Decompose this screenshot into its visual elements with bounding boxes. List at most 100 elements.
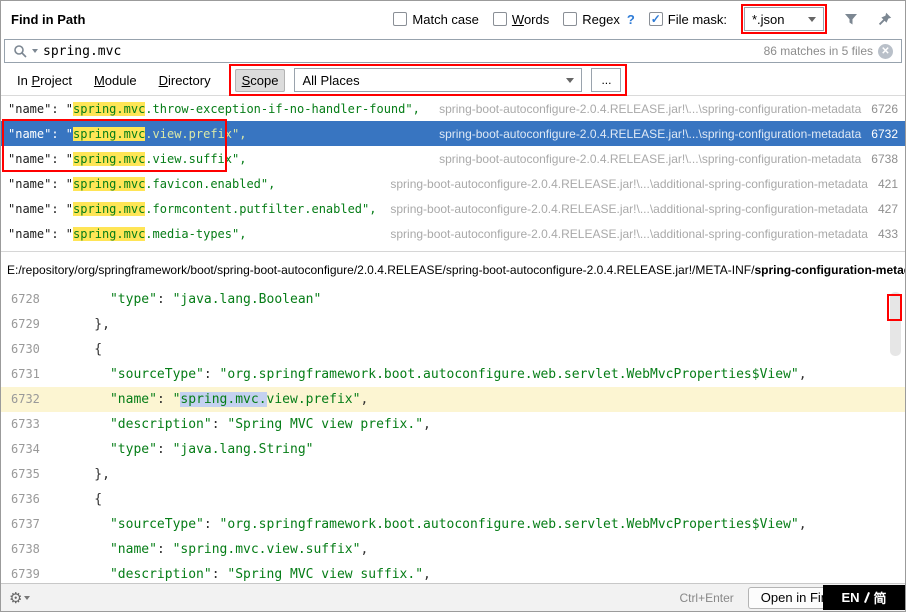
file-path-emphasis: spring-configuration-metada [754, 263, 905, 277]
scope-tab-in-project[interactable]: In Project [11, 70, 78, 91]
scope-tabs: In Project Module Directory [11, 70, 217, 91]
result-key: "name" [8, 177, 51, 191]
code-text: "sourceType": "org.springframework.boot.… [63, 512, 905, 537]
result-rest: .media-types", [145, 227, 246, 241]
result-location: spring-boot-autoconfigure-2.0.4.RELEASE.… [439, 127, 861, 141]
editor-line[interactable]: 6736 { [1, 487, 905, 512]
match-case-checkbox[interactable]: Match case [393, 12, 478, 27]
result-location: spring-boot-autoconfigure-2.0.4.RELEASE.… [390, 177, 868, 191]
result-key: "name" [8, 102, 51, 116]
scope-tab-scope[interactable]: Scope [235, 69, 286, 92]
line-number: 6734 [1, 437, 63, 462]
scope-bar: In Project Module Directory Scope All Plac… [1, 65, 905, 96]
line-number: 6735 [1, 462, 63, 487]
file-path-text: E:/repository/org/springframework/boot/s… [7, 263, 754, 277]
file-mask-label: File mask: [668, 12, 727, 27]
editor-line[interactable]: 6732 "name": "spring.mvc.view.prefix", [1, 387, 905, 412]
editor-line[interactable]: 6733 "description": "Spring MVC view pre… [1, 412, 905, 437]
editor-scrollbar[interactable] [890, 292, 901, 356]
editor-line[interactable]: 6729 }, [1, 312, 905, 337]
code-text: "type": "java.lang.String" [63, 437, 905, 462]
result-location: spring-boot-autoconfigure-2.0.4.RELEASE.… [439, 102, 861, 116]
editor-line[interactable]: 6737 "sourceType": "org.springframework.… [1, 512, 905, 537]
code-text: { [63, 487, 905, 512]
match-case-label: Match case [412, 12, 478, 27]
line-number: 6738 [1, 537, 63, 562]
editor-line[interactable]: 6730 { [1, 337, 905, 362]
file-mask-value: *.json [752, 12, 785, 27]
result-location-group: spring-boot-autoconfigure-2.0.4.RELEASE.… [390, 227, 898, 241]
search-query-text: spring.mvc [43, 44, 121, 59]
result-match-highlight: spring.mvc [73, 177, 145, 191]
scope-tab-module[interactable]: Module [88, 70, 143, 91]
scope-tab-directory[interactable]: Directory [153, 70, 217, 91]
result-match-highlight: spring.mvc [73, 127, 145, 141]
ime-language-indicator[interactable]: EN 简 [823, 585, 905, 610]
pin-window-button[interactable] [875, 9, 895, 29]
result-separator: : " [51, 102, 73, 116]
result-row[interactable]: "name": "spring.mvc.throw-exception-if-n… [1, 96, 905, 121]
editor-line[interactable]: 6734 "type": "java.lang.String" [1, 437, 905, 462]
regex-help-link[interactable]: ? [627, 12, 635, 27]
file-mask-combo[interactable]: *.json [744, 7, 824, 31]
find-in-path-dialog: Find in Path Match case Words Regex ? Fi… [0, 0, 906, 612]
result-key: "name" [8, 152, 51, 166]
shortcut-hint: Ctrl+Enter [679, 591, 733, 605]
words-box-icon[interactable] [493, 12, 507, 26]
result-row[interactable]: "name": "spring.mvc.formcontent.putfilte… [1, 196, 905, 221]
result-match-highlight: spring.mvc [73, 152, 145, 166]
file-mask-box-icon[interactable] [649, 12, 663, 26]
result-separator: : " [51, 152, 73, 166]
result-line-number: 421 [878, 177, 898, 191]
regex-label: Regex [582, 12, 620, 27]
chevron-down-icon [808, 17, 816, 22]
filter-results-button[interactable] [841, 9, 861, 29]
result-line-number: 427 [878, 202, 898, 216]
result-key: "name" [8, 227, 51, 241]
editor-line[interactable]: 6728 "type": "java.lang.Boolean" [1, 287, 905, 312]
pin-icon [877, 11, 893, 27]
code-text: "description": "Spring MVC view prefix."… [63, 412, 905, 437]
line-number: 6732 [1, 387, 63, 412]
chevron-down-icon [566, 78, 574, 83]
result-separator: : " [51, 177, 73, 191]
result-line-number: 6738 [871, 152, 898, 166]
result-location-group: spring-boot-autoconfigure-2.0.4.RELEASE.… [390, 202, 898, 216]
browse-scopes-button[interactable]: ... [591, 68, 621, 92]
result-location: spring-boot-autoconfigure-2.0.4.RELEASE.… [390, 202, 868, 216]
scope-select[interactable]: All Places [294, 68, 582, 92]
editor-preview[interactable]: 6728 "type": "java.lang.Boolean"6729 },6… [1, 287, 905, 583]
settings-button[interactable]: ⚙ [9, 589, 30, 607]
editor-line[interactable]: 6738 "name": "spring.mvc.view.suffix", [1, 537, 905, 562]
regex-box-icon[interactable] [563, 12, 577, 26]
code-text: "name": "spring.mvc.view.prefix", [63, 387, 905, 412]
dialog-header: Find in Path Match case Words Regex ? Fi… [1, 1, 905, 37]
result-location: spring-boot-autoconfigure-2.0.4.RELEASE.… [439, 152, 861, 166]
line-number: 6731 [1, 362, 63, 387]
result-row[interactable]: "name": "spring.mvc.favicon.enabled",spr… [1, 171, 905, 196]
search-input[interactable]: spring.mvc 86 matches in 5 files ✕ [4, 39, 902, 63]
editor-line[interactable]: 6731 "sourceType": "org.springframework.… [1, 362, 905, 387]
line-number: 6733 [1, 412, 63, 437]
chevron-down-icon [24, 596, 30, 600]
result-location-group: spring-boot-autoconfigure-2.0.4.RELEASE.… [390, 177, 898, 191]
search-history-arrow-icon[interactable] [32, 49, 38, 53]
result-row[interactable]: "name": "spring.mvc.view.suffix",spring-… [1, 146, 905, 171]
result-line-number: 433 [878, 227, 898, 241]
editor-line[interactable]: 6739 "description": "Spring MVC view suf… [1, 562, 905, 583]
result-match-highlight: spring.mvc [73, 202, 145, 216]
line-number: 6728 [1, 287, 63, 312]
words-checkbox[interactable]: Words [493, 12, 549, 27]
code-text: "name": "spring.mvc.view.suffix", [63, 537, 905, 562]
clear-search-icon[interactable]: ✕ [878, 44, 893, 59]
result-separator: : " [51, 127, 73, 141]
line-number: 6737 [1, 512, 63, 537]
regex-checkbox[interactable]: Regex ? [563, 12, 635, 27]
match-case-box-icon[interactable] [393, 12, 407, 26]
result-row[interactable]: "name": "spring.mvc.media-types",spring-… [1, 221, 905, 246]
editor-line[interactable]: 6735 }, [1, 462, 905, 487]
result-row[interactable]: "name": "spring.mvc.view.prefix",spring-… [1, 121, 905, 146]
file-mask-checkbox[interactable]: File mask: [649, 12, 727, 27]
ime-script-text: 简 [874, 588, 887, 607]
result-rest: .formcontent.putfilter.enabled", [145, 202, 376, 216]
